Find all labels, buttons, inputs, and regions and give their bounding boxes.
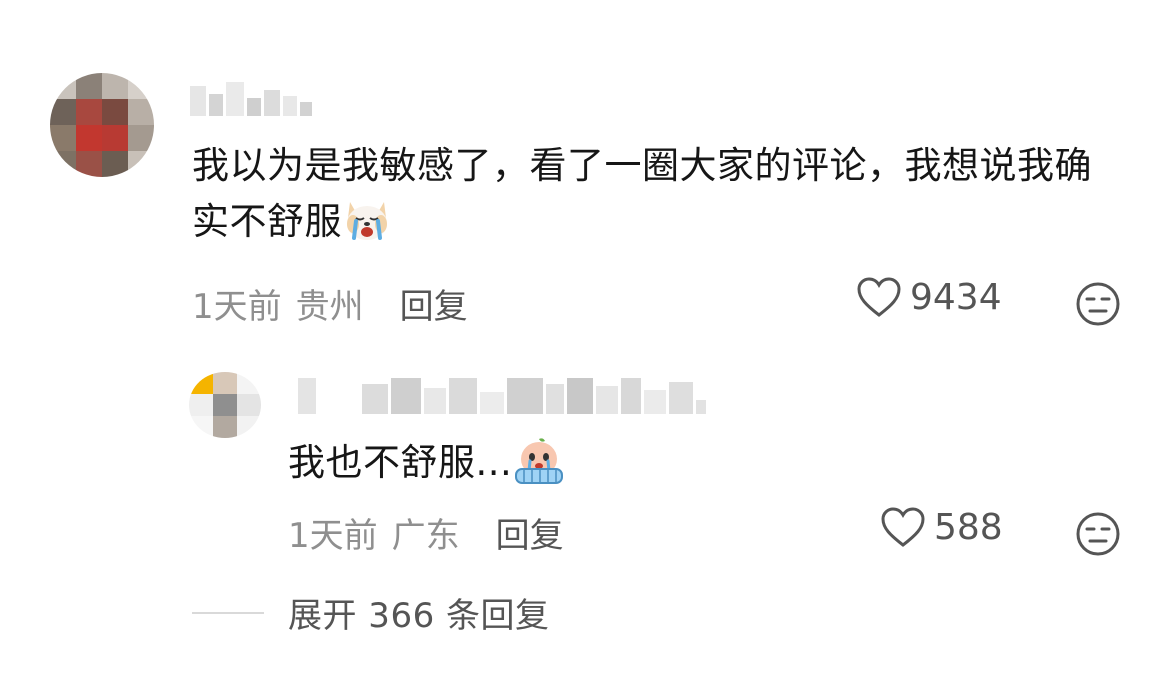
- reply-meta: 1天前 广东 回复: [288, 508, 564, 557]
- comment-time: 1天前: [192, 287, 282, 327]
- reply-location: 广东: [391, 516, 460, 556]
- comment-meta: 1天前 贵州 回复: [192, 279, 468, 328]
- reply-button[interactable]: 回复: [400, 279, 468, 328]
- reply-username-obscured[interactable]: [298, 372, 706, 414]
- meh-face-icon: [1076, 282, 1120, 326]
- reply-like-count: 588: [934, 506, 1003, 548]
- heart-icon: [857, 277, 901, 317]
- heart-icon: [881, 507, 925, 547]
- reply-body: 我也不舒服...: [288, 435, 888, 501]
- reply-like-button[interactable]: 588: [880, 506, 1003, 548]
- comment-location: 贵州: [295, 287, 364, 327]
- expand-replies-label: 展开 366 条回复: [288, 596, 550, 636]
- username-obscured[interactable]: [190, 80, 312, 116]
- like-count: 9434: [910, 276, 1002, 318]
- reply-avatar[interactable]: [189, 372, 261, 438]
- crying-dog-emoji: [342, 194, 392, 260]
- comment-text: 我以为是我敏感了，看了一圈大家的评论，我想说我确实不舒服: [192, 144, 1092, 243]
- comment-body: 我以为是我敏感了，看了一圈大家的评论，我想说我确实不舒服: [192, 138, 1122, 260]
- crying-face-emoji: [512, 435, 566, 501]
- expand-replies-button[interactable]: 展开 366 条回复: [192, 588, 550, 637]
- reply-time: 1天前: [288, 516, 378, 556]
- divider-line: [192, 611, 264, 614]
- reply-reply-button[interactable]: 回复: [496, 508, 564, 557]
- like-button[interactable]: 9434: [856, 276, 1002, 318]
- reply-text: 我也不舒服...: [288, 441, 513, 484]
- dislike-button[interactable]: [1074, 280, 1122, 332]
- reply-dislike-button[interactable]: [1074, 510, 1122, 562]
- meh-face-icon: [1076, 512, 1120, 556]
- avatar[interactable]: [50, 73, 154, 177]
